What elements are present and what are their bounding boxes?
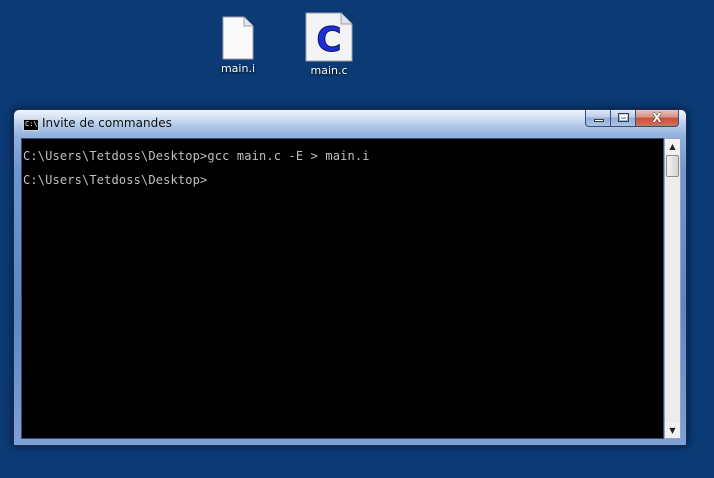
caption-buttons: X [585, 110, 679, 128]
cmd-app-icon[interactable]: C:\ [23, 119, 39, 131]
desktop-icon-main-i[interactable]: main.i [203, 16, 273, 75]
scroll-up-arrow-icon[interactable]: ▲ [665, 139, 680, 154]
close-button[interactable]: X [636, 110, 679, 127]
console-line: C:\Users\Tetdoss\Desktop>gcc main.c -E >… [23, 149, 370, 163]
maximize-button[interactable] [611, 110, 636, 127]
console-prompt-line: C:\Users\Tetdoss\Desktop> [23, 173, 208, 187]
minimize-button[interactable] [585, 110, 611, 127]
c-source-file-icon: C [305, 12, 353, 62]
maximize-icon [618, 113, 629, 122]
title-bar[interactable]: C:\ Invite de commandes X [14, 110, 686, 136]
scroll-thumb[interactable] [666, 155, 679, 177]
blank-file-icon [222, 16, 254, 60]
close-icon: X [652, 111, 662, 125]
vertical-scrollbar[interactable]: ▲ ▼ [664, 138, 681, 439]
scroll-down-arrow-icon[interactable]: ▼ [665, 423, 680, 438]
minimize-icon [594, 119, 604, 122]
desktop-icon-main-c[interactable]: C main.c [294, 12, 364, 77]
desktop: main.i C main.c C:\ Invite de commandes … [0, 0, 714, 478]
desktop-icon-label: main.c [310, 64, 348, 77]
command-prompt-window[interactable]: C:\ Invite de commandes X C:\Users\Tetdo… [13, 109, 687, 446]
desktop-icon-label: main.i [220, 62, 256, 75]
window-title: Invite de commandes [42, 116, 172, 130]
console-output[interactable]: C:\Users\Tetdoss\Desktop>gcc main.c -E >… [21, 138, 664, 439]
c-glyph: C [317, 20, 342, 60]
